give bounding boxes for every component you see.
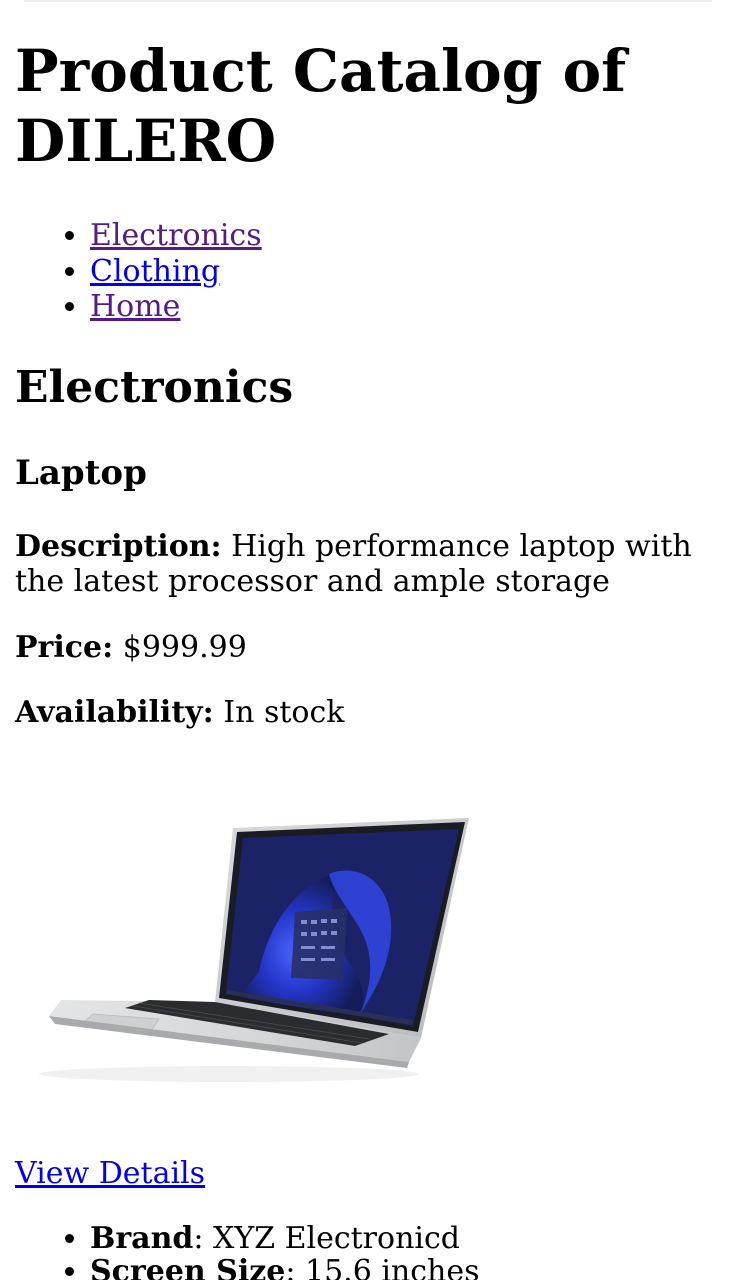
section-title: Electronics [15,362,294,413]
spec-screen-size-value: : 15.6 inches [285,1254,480,1280]
spec-brand-label: Brand [90,1221,194,1256]
laptop-image [39,818,469,1082]
nav-item-electronics: Electronics [90,218,262,254]
product-price: Price: $999.99 [15,630,715,665]
price-label: Price: [15,630,114,665]
spec-brand-value: : XYZ Electronicd [193,1221,461,1256]
nav-link-clothing[interactable]: Clothing [90,254,220,289]
product-specs: Brand: XYZ Electronicd Screen Size: 15.6… [15,1222,480,1280]
availability-label: Availability: [15,695,214,730]
category-nav: Electronics Clothing Home [15,218,262,325]
nav-link-home[interactable]: Home [90,289,180,324]
price-value: $999.99 [122,630,247,665]
spec-item-brand: Brand: XYZ Electronicd [90,1222,480,1255]
availability-value: In stock [223,695,345,730]
page-title: Product Catalog of DILERO [15,37,627,175]
nav-item-home: Home [90,289,262,325]
description-label: Description: [15,529,222,564]
top-divider [24,0,712,2]
spec-item-screen-size: Screen Size: 15.6 inches [90,1255,480,1280]
product-description: Description: High performance laptop wit… [15,529,715,599]
nav-item-clothing: Clothing [90,254,262,290]
nav-link-electronics[interactable]: Electronics [90,218,262,253]
spec-screen-size-label: Screen Size [90,1254,286,1280]
product-name: Laptop [15,453,147,493]
view-details-link[interactable]: View Details [15,1156,205,1191]
product-availability: Availability: In stock [15,695,715,730]
